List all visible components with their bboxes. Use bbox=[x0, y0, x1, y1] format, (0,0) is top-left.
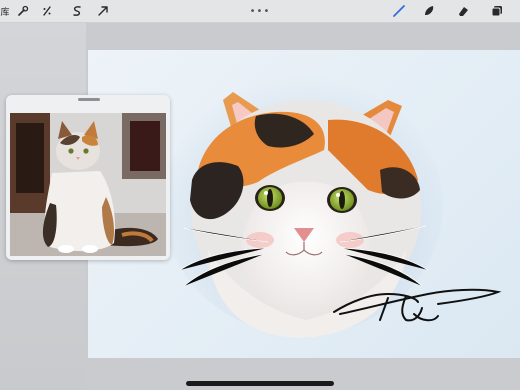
wrench-icon[interactable] bbox=[14, 0, 32, 22]
smudge-icon[interactable] bbox=[418, 0, 440, 22]
transform-arrow-icon[interactable] bbox=[94, 0, 112, 22]
layers-icon[interactable] bbox=[486, 0, 508, 22]
selection-icon[interactable] bbox=[68, 0, 86, 22]
reference-window[interactable] bbox=[6, 95, 170, 260]
adjustments-icon[interactable] bbox=[38, 0, 56, 22]
gallery-button[interactable]: 库 bbox=[0, 0, 12, 22]
reference-drag-handle[interactable] bbox=[78, 98, 100, 101]
home-indicator[interactable] bbox=[186, 381, 334, 386]
reference-photo bbox=[10, 113, 166, 256]
top-toolbar: 库 ••• bbox=[0, 0, 520, 23]
more-options-icon[interactable]: ••• bbox=[248, 0, 272, 22]
brush-icon[interactable] bbox=[388, 0, 410, 22]
eraser-icon[interactable] bbox=[452, 0, 474, 22]
